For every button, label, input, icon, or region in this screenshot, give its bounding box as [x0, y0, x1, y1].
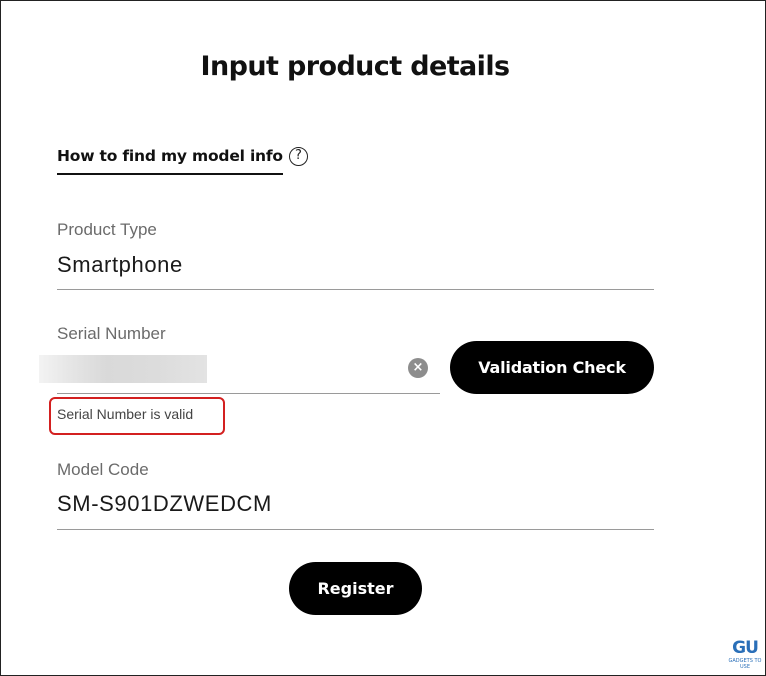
watermark-tag: GADGETS TO USE [728, 658, 762, 670]
validation-check-button[interactable]: Validation Check [450, 341, 654, 394]
model-code-label: Model Code [57, 460, 149, 479]
model-code-underline [57, 529, 654, 530]
watermark-logo: GU GADGETS TO USE [727, 638, 763, 670]
serial-number-underline [57, 393, 440, 394]
register-button[interactable]: Register [289, 562, 422, 615]
serial-number-input-redacted[interactable] [39, 355, 207, 383]
clear-icon[interactable]: × [408, 358, 428, 378]
how-to-find-model-label[interactable]: How to find my model info [57, 147, 283, 175]
model-code-value[interactable]: SM-S901DZWEDCM [57, 491, 272, 517]
registration-panel: Input product details How to find my mod… [0, 0, 766, 676]
product-type-value[interactable]: Smartphone [57, 252, 183, 278]
validation-message: Serial Number is valid [57, 406, 194, 422]
watermark-letters: GU [732, 638, 759, 658]
question-mark-icon[interactable]: ? [288, 146, 308, 166]
product-type-label: Product Type [57, 220, 157, 239]
product-type-underline [57, 289, 654, 290]
serial-number-label: Serial Number [57, 324, 166, 343]
page-title: Input product details [200, 51, 511, 82]
how-to-find-model-link[interactable]: How to find my model info ? [57, 146, 308, 175]
